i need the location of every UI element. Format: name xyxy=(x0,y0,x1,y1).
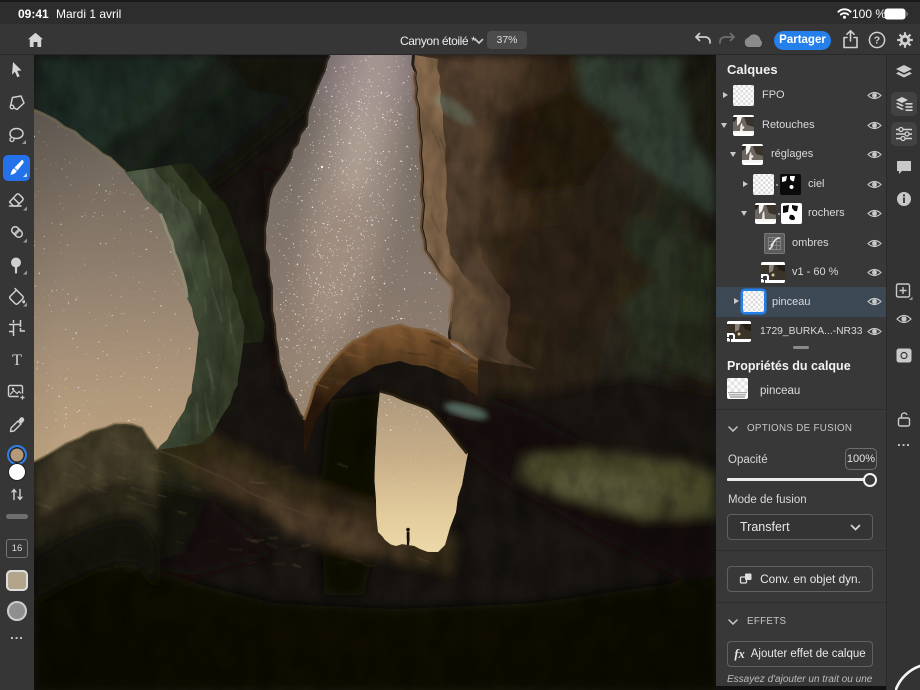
svg-text:?: ? xyxy=(874,35,880,47)
svg-text:T: T xyxy=(12,352,22,369)
